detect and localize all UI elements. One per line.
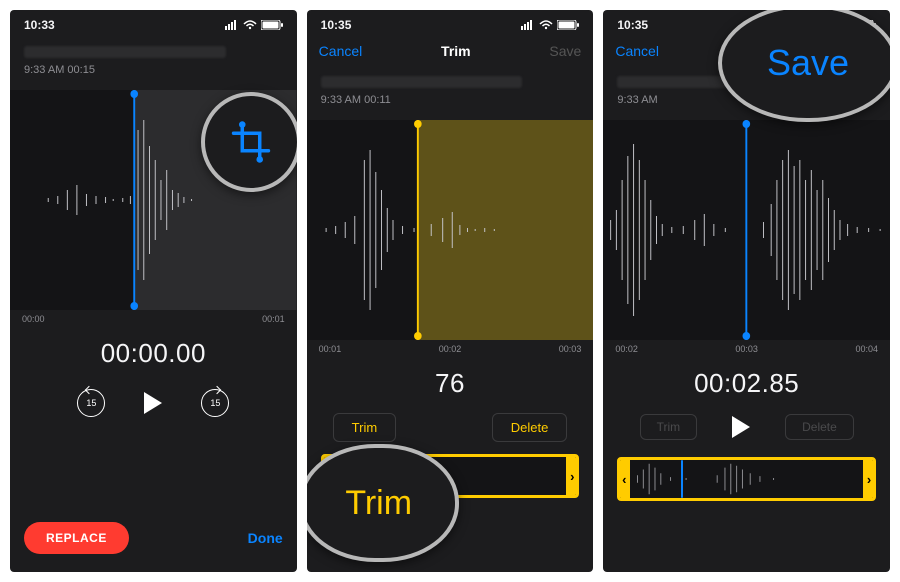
cancel-button[interactable]: Cancel <box>615 43 659 59</box>
playhead-time: 00:00.00 <box>10 338 297 369</box>
callout-save-label: Save <box>718 10 890 122</box>
recording-name-blurred <box>24 46 226 58</box>
recording-name-blurred <box>321 76 523 88</box>
battery-icon <box>261 20 283 30</box>
signal-icon <box>521 20 535 30</box>
delete-button-disabled: Delete <box>785 414 854 440</box>
wifi-icon <box>539 20 553 30</box>
nav-bar: Cancel Trim Save <box>307 36 594 66</box>
play-button[interactable] <box>723 409 759 445</box>
delete-button[interactable]: Delete <box>492 413 568 442</box>
tick-label: 00:02 <box>439 344 462 354</box>
skip-forward-button[interactable]: 15 <box>197 385 233 421</box>
playhead-time: 00:02.85 <box>603 368 890 399</box>
wifi-icon <box>243 20 257 30</box>
battery-icon <box>557 20 579 30</box>
play-icon <box>144 392 162 414</box>
playhead-time: 76 <box>307 368 594 399</box>
tick-label: 00:01 <box>319 344 342 354</box>
nav-title: Trim <box>441 43 471 59</box>
status-bar: 10:33 <box>10 10 297 36</box>
replace-button[interactable]: REPLACE <box>24 522 129 554</box>
crop-icon <box>227 118 275 166</box>
status-time: 10:35 <box>321 18 352 32</box>
tick-label: 00:01 <box>262 314 285 324</box>
status-time: 10:35 <box>617 18 648 32</box>
screen-trim: 10:35 Cancel Trim Save 9:33 AM 00:11 <box>307 10 594 572</box>
waveform-view[interactable] <box>603 120 890 340</box>
mini-track[interactable]: ‹ › <box>617 457 876 501</box>
tick-label: 00:02 <box>615 344 638 354</box>
cancel-button[interactable]: Cancel <box>319 43 363 59</box>
recording-meta: 9:33 AM 00:11 <box>321 94 580 106</box>
trim-handle-right[interactable]: › <box>863 460 875 498</box>
tick-label: 00:03 <box>559 344 582 354</box>
skip-back-button[interactable]: 15 <box>73 385 109 421</box>
recording-meta: 9:33 AM 00:15 <box>24 64 283 76</box>
mini-cursor[interactable] <box>681 460 683 498</box>
trim-button-disabled: Trim <box>640 414 698 440</box>
tick-label: 00:03 <box>735 344 758 354</box>
tick-label: 00:00 <box>22 314 45 324</box>
signal-icon <box>225 20 239 30</box>
callout-trim-label: Trim <box>307 444 459 562</box>
status-bar: 10:35 <box>307 10 594 36</box>
transport-controls: 15 15 <box>10 385 297 421</box>
status-time: 10:33 <box>24 18 55 32</box>
tick-label: 00:04 <box>855 344 878 354</box>
play-button[interactable] <box>135 385 171 421</box>
done-button[interactable]: Done <box>248 530 283 546</box>
waveform-view[interactable] <box>307 120 594 340</box>
time-ticks: 00:01 00:02 00:03 <box>307 340 594 354</box>
trim-handle-right[interactable]: › <box>566 457 578 495</box>
callout-crop-icon <box>201 92 297 192</box>
play-icon <box>732 416 750 438</box>
save-button-disabled: Save <box>549 43 581 59</box>
recording-header: 9:33 AM 00:15 <box>10 36 297 84</box>
screen-save: 10:35 Cancel Trim 9:33 AM <box>603 10 890 572</box>
time-ticks: 00:00 00:01 <box>10 310 297 324</box>
time-ticks: 00:02 00:03 00:04 <box>603 340 890 354</box>
screen-edit: 10:33 9:33 AM 00:15 <box>10 10 297 572</box>
trim-button[interactable]: Trim <box>333 413 397 442</box>
trim-handle-left[interactable]: ‹ <box>618 460 630 498</box>
